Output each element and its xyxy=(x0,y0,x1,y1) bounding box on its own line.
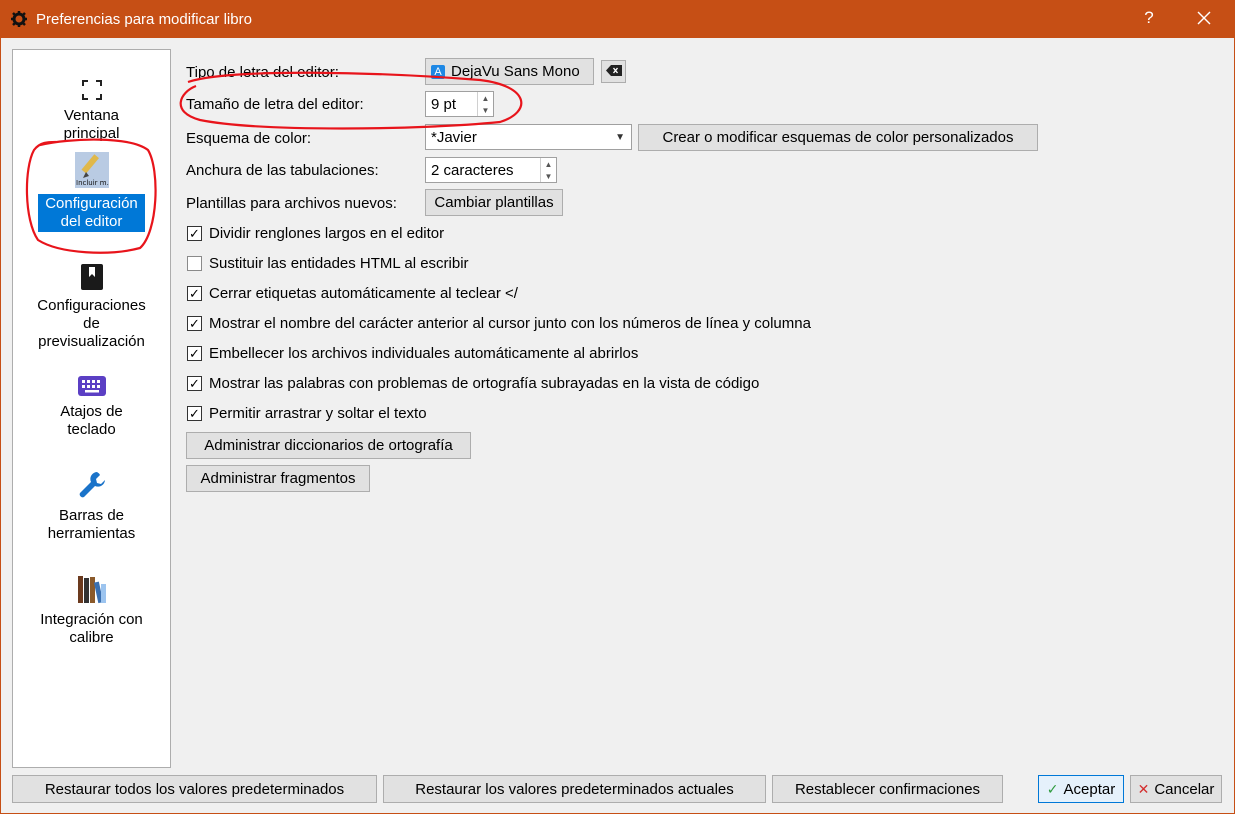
checkbox-label: Sustituir las entidades HTML al escribir xyxy=(209,255,469,272)
restore-current-defaults-button[interactable]: Restaurar los valores predeterminados ac… xyxy=(383,775,766,803)
sidebar-item-label: Ventana principal xyxy=(63,107,120,142)
gear-icon xyxy=(10,10,28,28)
checkbox-box[interactable] xyxy=(187,256,202,271)
font-value: DejaVu Sans Mono xyxy=(451,63,580,80)
close-icon[interactable] xyxy=(1192,6,1216,30)
title-bar: Preferencias para modificar libro ? xyxy=(0,0,1235,38)
checkbox-box[interactable]: ✓ xyxy=(187,316,202,331)
checkbox-replace-entities[interactable]: Sustituir las entidades HTML al escribir xyxy=(187,255,469,272)
cancel-icon: ✕ xyxy=(1137,780,1150,797)
chevron-down-icon: ▼ xyxy=(615,131,625,143)
font-size-spinbox[interactable]: 9 pt ▲ ▼ xyxy=(425,91,494,117)
checkbox-spellcheck-underline[interactable]: ✓ Mostrar las palabras con problemas de … xyxy=(187,375,759,392)
sidebar-item-editor-settings[interactable]: Incluir m. Configuración del editor xyxy=(13,150,170,232)
color-scheme-label: Esquema de color: xyxy=(186,130,312,147)
color-scheme-edit-button[interactable]: Crear o modificar esquemas de color pers… xyxy=(638,124,1038,151)
sidebar-item-label: Configuración del editor xyxy=(38,194,145,232)
checkbox-show-char-name[interactable]: ✓ Mostrar el nombre del carácter anterio… xyxy=(187,315,811,332)
sidebar-item-main-window[interactable]: Ventana principal xyxy=(13,66,170,144)
checkbox-label: Embellecer los archivos individuales aut… xyxy=(209,345,639,362)
checkbox-wrap-lines[interactable]: ✓ Dividir renglones largos en el editor xyxy=(187,225,444,242)
accept-label: Aceptar xyxy=(1063,780,1116,798)
up-arrow-icon[interactable]: ▲ xyxy=(478,92,493,104)
sidebar-item-keyboard-shortcuts[interactable]: Atajos de teclado xyxy=(13,362,170,440)
down-arrow-icon[interactable]: ▼ xyxy=(478,104,493,116)
fullscreen-icon xyxy=(13,66,170,100)
sidebar-item-label: Configuraciones de previsualización xyxy=(37,297,146,350)
templates-label: Plantillas para archivos nuevos: xyxy=(186,195,397,212)
tab-width-spinbox[interactable]: 2 caracteres ▲ ▼ xyxy=(425,157,557,183)
checkbox-drag-drop-text[interactable]: ✓ Permitir arrastrar y soltar el texto xyxy=(187,405,427,422)
cancel-label: Cancelar xyxy=(1154,780,1215,798)
checkbox-box[interactable]: ✓ xyxy=(187,406,202,421)
annotation-overlay xyxy=(25,71,523,254)
color-scheme-value: *Javier xyxy=(431,128,477,146)
restore-all-defaults-button[interactable]: Restaurar todos los valores predetermina… xyxy=(12,775,377,803)
manage-snippets-button[interactable]: Administrar fragmentos xyxy=(186,465,370,492)
font-label: Tipo de letra del editor: xyxy=(186,64,339,81)
window-border xyxy=(0,38,1235,814)
sidebar-item-label: Integración con calibre xyxy=(40,611,143,646)
checkbox-label: Mostrar el nombre del carácter anterior … xyxy=(209,315,811,332)
font-size-stepper[interactable]: ▲ ▼ xyxy=(477,92,493,116)
checkbox-label: Cerrar etiquetas automáticamente al tecl… xyxy=(209,285,518,302)
cancel-button[interactable]: ✕ Cancelar xyxy=(1130,775,1222,803)
checkbox-box[interactable]: ✓ xyxy=(187,226,202,241)
svg-text:Incluir m.: Incluir m. xyxy=(76,179,109,187)
bookmark-book-icon xyxy=(13,256,170,290)
checkbox-box[interactable]: ✓ xyxy=(187,376,202,391)
checkbox-label: Dividir renglones largos en el editor xyxy=(209,225,445,242)
accept-button[interactable]: ✓ Aceptar xyxy=(1038,775,1124,803)
wrench-icon xyxy=(13,466,170,500)
change-templates-button[interactable]: Cambiar plantillas xyxy=(425,189,563,216)
check-icon: ✓ xyxy=(1046,780,1059,797)
tab-width-value: 2 caracteres xyxy=(431,161,514,179)
help-button[interactable]: ? xyxy=(1139,8,1159,28)
checkbox-box[interactable]: ✓ xyxy=(187,286,202,301)
books-icon xyxy=(13,570,170,604)
down-arrow-icon[interactable]: ▼ xyxy=(541,170,556,182)
reset-confirmations-button[interactable]: Restablecer confirmaciones xyxy=(772,775,1003,803)
clear-font-button[interactable] xyxy=(601,60,626,83)
color-scheme-dropdown[interactable]: *Javier ▼ xyxy=(425,124,632,150)
font-icon: A xyxy=(431,64,445,79)
font-size-label: Tamaño de letra del editor: xyxy=(186,96,364,113)
sidebar-item-calibre-integration[interactable]: Integración con calibre xyxy=(13,570,170,648)
checkbox-auto-close-tags[interactable]: ✓ Cerrar etiquetas automáticamente al te… xyxy=(187,285,518,302)
checkbox-box[interactable]: ✓ xyxy=(187,346,202,361)
sidebar-item-label: Barras de herramientas xyxy=(47,507,136,542)
manage-dictionaries-button[interactable]: Administrar diccionarios de ortografía xyxy=(186,432,471,459)
checkbox-label: Mostrar las palabras con problemas de or… xyxy=(209,375,760,392)
sidebar: Ventana principal Incluir m. Configuraci… xyxy=(12,49,171,768)
sidebar-item-preview-settings[interactable]: Configuraciones de previsualización xyxy=(13,256,170,352)
tab-width-label: Anchura de las tabulaciones: xyxy=(186,162,379,179)
up-arrow-icon[interactable]: ▲ xyxy=(541,158,556,170)
sidebar-item-label: Atajos de teclado xyxy=(60,403,123,438)
pencil-icon: Incluir m. xyxy=(13,150,170,188)
font-size-value: 9 pt xyxy=(431,95,457,113)
font-picker-button[interactable]: A DejaVu Sans Mono xyxy=(425,58,594,85)
sidebar-item-toolbars[interactable]: Barras de herramientas xyxy=(13,466,170,544)
tab-width-stepper[interactable]: ▲ ▼ xyxy=(540,158,556,182)
window-title: Preferencias para modificar libro xyxy=(36,10,252,28)
backspace-icon xyxy=(605,63,622,80)
checkbox-label: Permitir arrastrar y soltar el texto xyxy=(209,405,427,422)
keyboard-icon xyxy=(13,362,170,396)
checkbox-beautify-files[interactable]: ✓ Embellecer los archivos individuales a… xyxy=(187,345,638,362)
